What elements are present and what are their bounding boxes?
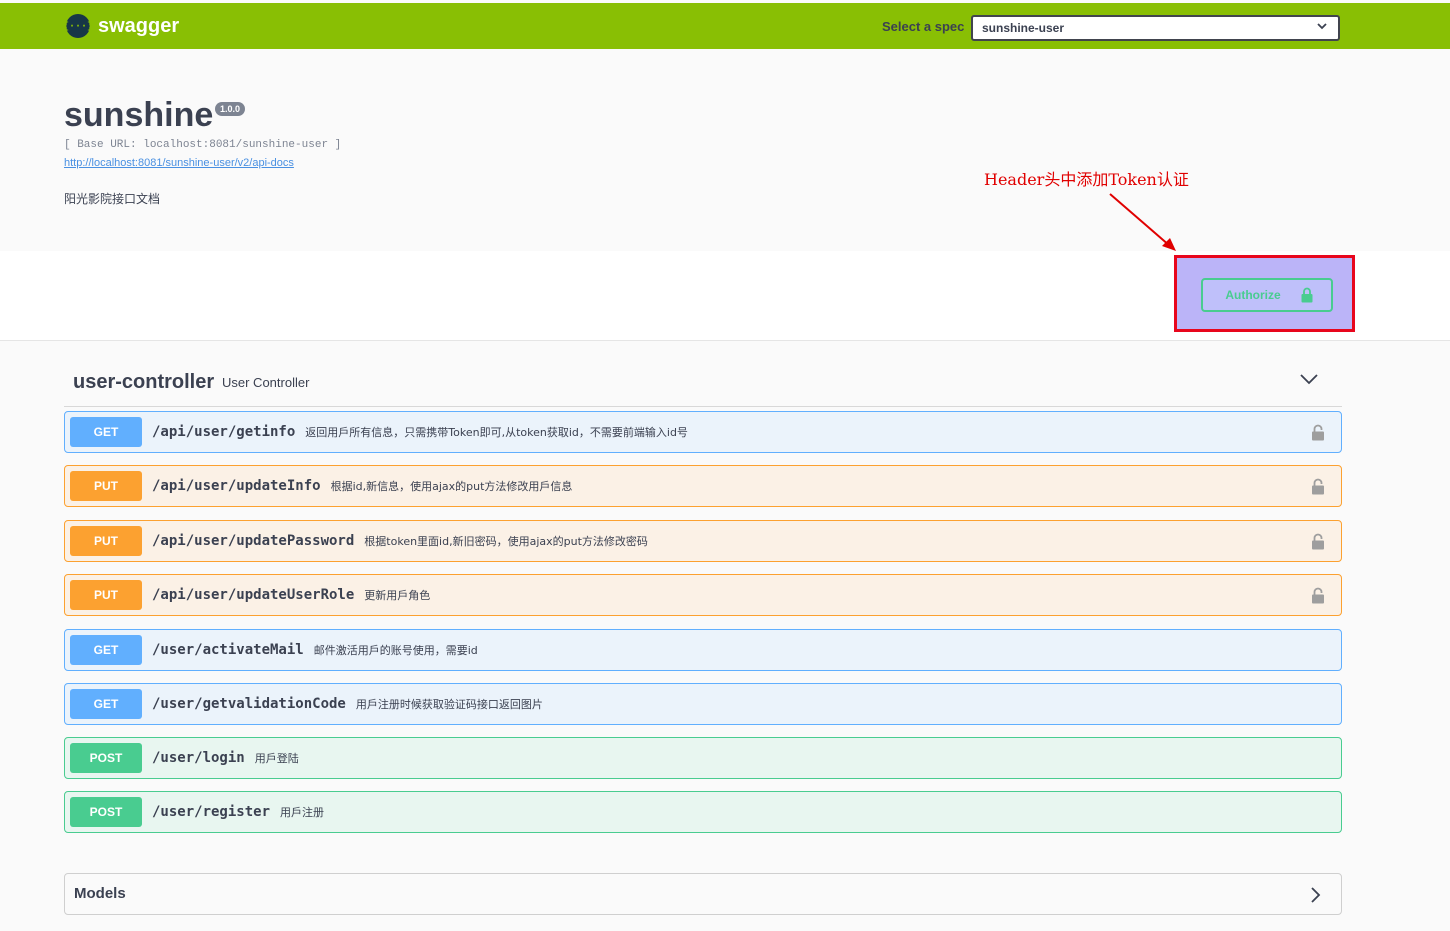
operation-summary: 用戶注册时候获取验证码接口返回图片 <box>355 698 543 711</box>
annotation-arrow-icon <box>1109 193 1176 251</box>
operation-summary: 更新用戶角色 <box>364 589 431 602</box>
method-badge: GET <box>70 689 142 719</box>
operation-put-updateuserrole[interactable]: PUT /api/user/updateUserRole 更新用戶角色 <box>64 574 1342 616</box>
api-title: sunshine <box>64 96 214 134</box>
operation-path: /user/login <box>152 750 245 766</box>
operation-path: /api/user/updatePassword <box>152 533 355 549</box>
operation-get-getinfo[interactable]: GET /api/user/getinfo 返回用戶所有信息，只需携带Token… <box>64 411 1342 453</box>
api-docs-link[interactable]: http://localhost:8081/sunshine-user/v2/a… <box>64 157 294 169</box>
lock-icon[interactable] <box>1311 424 1325 441</box>
lock-icon[interactable] <box>1311 478 1325 495</box>
operation-get-activatemail[interactable]: GET /user/activateMail 邮件激活用戶的账号使用，需要id <box>64 629 1342 671</box>
operation-path: /api/user/updateInfo <box>152 478 321 494</box>
spec-select[interactable]: sunshine-user <box>971 15 1340 41</box>
method-badge: PUT <box>70 526 142 556</box>
annotation-text: Header头中添加Token认证 <box>984 170 1189 189</box>
swagger-logo-icon: {···} <box>63 14 93 38</box>
operation-summary: 根据id,新信息，使用ajax的put方法修改用戶信息 <box>330 480 573 493</box>
authorize-label: Authorize <box>1225 288 1281 302</box>
method-badge: POST <box>70 743 142 773</box>
operation-path: /user/register <box>152 804 271 820</box>
models-title: Models <box>74 885 126 902</box>
swagger-brand[interactable]: {···} swagger <box>63 14 180 38</box>
section-description: User Controller <box>222 375 310 390</box>
brand-name: swagger <box>98 14 180 37</box>
operation-post-login[interactable]: POST /user/login 用戶登陆 <box>64 737 1342 779</box>
chevron-right-icon <box>1311 887 1321 903</box>
operation-summary: 邮件激活用戶的账号使用，需要id <box>313 644 478 657</box>
operation-path: /api/user/updateUserRole <box>152 587 355 603</box>
operation-summary: 用戶登陆 <box>254 752 299 765</box>
method-badge: GET <box>70 635 142 665</box>
operation-put-updatepassword[interactable]: PUT /api/user/updatePassword 根据token里面id… <box>64 520 1342 562</box>
operation-path: /api/user/getinfo <box>152 424 296 440</box>
chevron-down-icon[interactable] <box>1300 372 1318 386</box>
operation-put-updateinfo[interactable]: PUT /api/user/updateInfo 根据id,新信息，使用ajax… <box>64 465 1342 507</box>
spec-select-value: sunshine-user <box>982 21 1065 35</box>
method-badge: PUT <box>70 471 142 501</box>
operation-post-register[interactable]: POST /user/register 用戶注册 <box>64 791 1342 833</box>
operation-summary: 返回用戶所有信息，只需携带Token即可,从token获取id，不需要前端输入i… <box>305 426 688 439</box>
section-divider <box>64 406 1342 407</box>
lock-icon <box>1301 287 1313 303</box>
lock-icon[interactable] <box>1311 587 1325 604</box>
authorize-button[interactable]: Authorize <box>1201 278 1333 312</box>
operation-get-getvalidationcode[interactable]: GET /user/getvalidationCode 用戶注册时候获取验证码接… <box>64 683 1342 725</box>
operation-summary: 根据token里面id,新旧密码，使用ajax的put方法修改密码 <box>364 535 648 548</box>
spec-label: Select a spec <box>882 19 965 34</box>
models-section[interactable]: Models <box>64 873 1342 915</box>
base-url: [ Base URL: localhost:8081/sunshine-user… <box>64 139 342 151</box>
topbar: {···} swagger Select a spec sunshine-use… <box>0 3 1450 49</box>
lock-icon[interactable] <box>1311 533 1325 550</box>
section-title[interactable]: user-controller <box>73 371 214 394</box>
operation-summary: 用戶注册 <box>280 806 325 819</box>
chevron-down-icon <box>1317 23 1327 30</box>
method-badge: PUT <box>70 580 142 610</box>
version-badge: 1.0.0 <box>215 102 246 116</box>
operation-path: /user/activateMail <box>152 642 304 658</box>
operation-path: /user/getvalidationCode <box>152 696 346 712</box>
method-badge: GET <box>70 417 142 447</box>
method-badge: POST <box>70 797 142 827</box>
api-description: 阳光影院接口文档 <box>64 192 161 206</box>
